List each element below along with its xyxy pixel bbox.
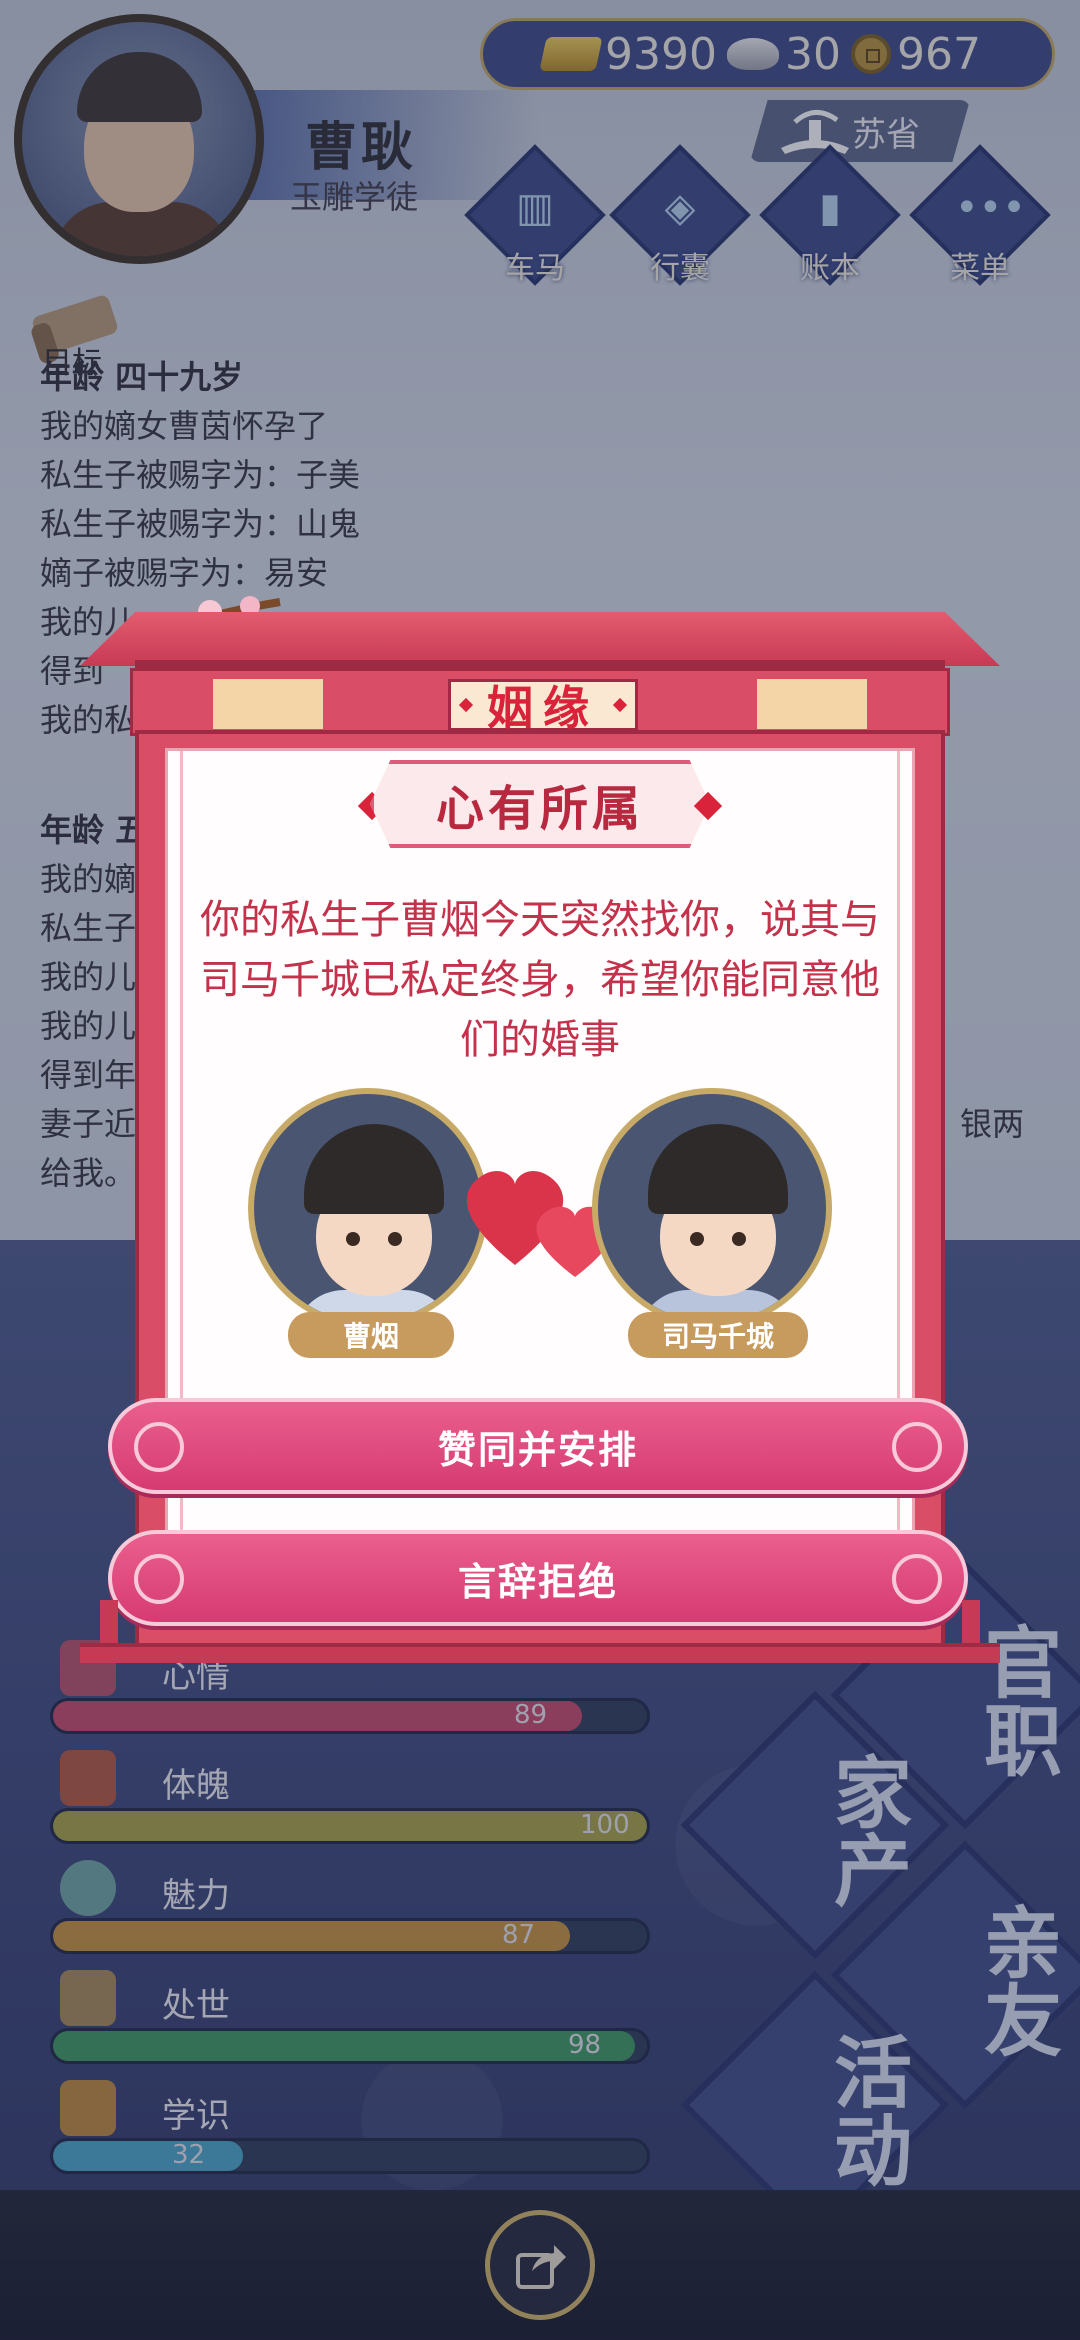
modal-title-band: 姻缘 [130,668,950,736]
portrait-left [248,1088,488,1328]
modal-title: 姻缘 [487,681,599,735]
modal-title-plate: 姻缘 [448,679,638,735]
modal-message: 你的私生子曹烟今天突然找你，说其与司马千城已私定终身，希望你能同意他们的婚事 [200,897,880,1063]
portrait-right [592,1088,832,1328]
marriage-event-modal: 姻缘 心有所属 你的私生子曹烟今天突然找你，说其与司马千城已私定终身，希望你能同… [80,590,1000,1680]
accept-label: 赞同并安排 [437,1427,638,1472]
reject-button[interactable]: 言辞拒绝 [108,1530,968,1626]
modal-roof [80,612,1000,666]
modal-subtitle: 心有所属 [435,781,644,837]
accept-button[interactable]: 赞同并安排 [108,1398,968,1494]
modal-base [80,1643,1000,1663]
name-tag-right: 司马千城 [628,1312,808,1358]
modal-subtitle-box: 心有所属 [370,760,710,848]
reject-label: 言辞拒绝 [457,1559,618,1604]
name-tag-left: 曹烟 [288,1312,454,1358]
